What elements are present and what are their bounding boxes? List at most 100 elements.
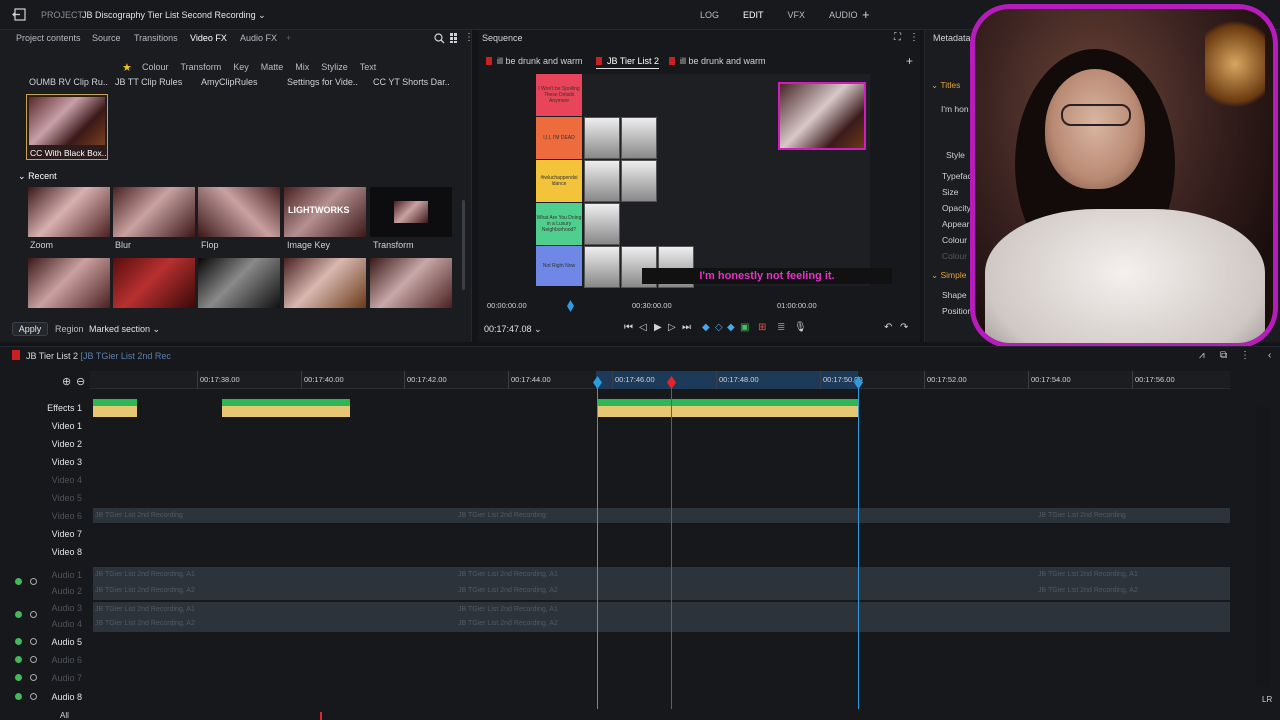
track-label[interactable]: Video 7 [22,529,82,539]
category-stylize[interactable]: Stylize [321,62,348,72]
audio-enable-toggle[interactable] [15,611,22,618]
recent-thumb-blur[interactable] [113,187,195,237]
region-dropdown[interactable]: Marked section ⌄ [89,324,160,335]
collapse-icon[interactable]: ‹ [1268,350,1271,361]
category-mix[interactable]: Mix [295,62,309,72]
effect-clip[interactable] [222,399,350,417]
track-label[interactable]: Video 4 [22,475,82,485]
timeline-ruler[interactable]: 00:17:38.00 00:17:40.00 00:17:42.00 00:1… [90,371,1230,389]
category-transform[interactable]: Transform [181,62,222,72]
tab-project-contents[interactable]: Project contents [16,33,81,43]
overwrite-icon[interactable]: ≣ [777,322,785,333]
fx-preset[interactable]: JB TT Clip Rules [115,77,182,87]
recent-thumb[interactable] [284,258,366,308]
recent-thumb-flop[interactable] [198,187,280,237]
overview-playhead[interactable] [320,712,322,720]
mode-audio[interactable]: AUDIO [829,10,858,20]
zoom-out-icon[interactable]: ⊖ [76,375,85,388]
grid-view-icon[interactable] [450,33,460,43]
fx-preset[interactable]: Settings for Vide.. [287,77,358,87]
track-label[interactable]: Video 1 [22,421,82,431]
tab-transitions[interactable]: Transitions [134,33,178,43]
microphone-icon[interactable]: 🎙 [794,322,807,333]
add-cue-icon[interactable]: ▣ [740,322,749,333]
track-label[interactable]: Video 8 [22,547,82,557]
audio-clip[interactable]: JB TGier List 2nd Recording, A1 JB TGier… [93,567,1230,600]
audio-enable-toggle[interactable] [15,693,22,700]
exit-icon[interactable] [12,8,26,21]
audio-solo-toggle[interactable] [30,578,37,585]
mark-out-handle[interactable] [854,376,863,389]
track-label[interactable]: Video 2 [22,439,82,449]
track-label[interactable]: Audio 4 [22,619,82,629]
more-options-icon[interactable]: ⋮ [464,32,474,43]
mode-edit[interactable]: EDIT [743,10,764,20]
recent-thumb[interactable] [113,258,195,308]
sequence-tab[interactable]: ill be drunk and warm [669,56,766,66]
mark-in-handle[interactable] [593,376,602,389]
step-forward-icon[interactable]: ▷ [668,322,676,333]
audio-enable-toggle[interactable] [15,674,22,681]
category-colour[interactable]: Colour [142,62,169,72]
audio-enable-toggle[interactable] [15,638,22,645]
effect-clip[interactable] [597,399,858,417]
recent-thumb-zoom[interactable] [28,187,110,237]
mark-in-icon[interactable]: ◆ [702,322,710,333]
apply-button[interactable]: Apply [12,322,48,336]
more-options-icon[interactable]: ⋮ [909,32,919,43]
project-name-dropdown[interactable]: JB Discography Tier List Second Recordin… [82,10,266,21]
skip-to-end-icon[interactable]: ⏭ [682,322,691,333]
sequence-tab[interactable]: ill be drunk and warm [486,56,583,66]
mark-out-line[interactable] [858,379,859,709]
audio-enable-toggle[interactable] [15,578,22,585]
sequence-tab-active[interactable]: JB Tier List 2 [596,56,660,69]
audio-solo-toggle[interactable] [30,693,37,700]
add-sequence-tab-icon[interactable]: + [906,54,913,68]
tab-video-fx[interactable]: Video FX [190,33,227,43]
track-label[interactable]: Audio 2 [22,586,82,596]
category-key[interactable]: Key [233,62,249,72]
mark-in-line[interactable] [597,379,598,709]
fullscreen-icon[interactable]: ⛶ [894,32,901,43]
search-icon[interactable] [434,33,445,44]
recent-thumb[interactable] [198,258,280,308]
play-icon[interactable]: ▶ [654,322,662,333]
viewer-timecode-dropdown[interactable]: 00:17:47.08 ⌄ [484,324,542,335]
add-tab-icon[interactable]: + [286,33,291,43]
skip-to-start-icon[interactable]: ⏮ [624,322,633,333]
tab-source[interactable]: Source [92,33,121,43]
effect-clip[interactable] [93,399,137,417]
video-clip[interactable]: JB TGier List 2nd Recording JB TGier Lis… [93,508,1230,523]
track-label[interactable]: Video 3 [22,457,82,467]
recent-section-toggle[interactable]: ⌄ Recent [18,171,57,182]
favorites-star-icon[interactable]: ★ [122,61,132,74]
fx-preset[interactable]: OUMB RV Clip Ru.. [29,77,108,87]
track-label[interactable]: Effects 1 [22,403,82,413]
selected-fx-preset[interactable]: CC With Black Box.. [26,94,108,160]
recent-thumb-image-key[interactable]: LIGHTWORKS [284,187,366,237]
add-mode-button[interactable]: + [862,7,870,22]
title-text-preview[interactable]: I'm hon [941,104,969,114]
insert-icon[interactable]: ⊞ [758,322,766,333]
recent-thumb-transform[interactable] [370,187,452,237]
step-back-icon[interactable]: ◁ [639,322,647,333]
mode-log[interactable]: LOG [700,10,719,20]
simple-section-toggle[interactable]: ⌄ Simple [931,270,966,281]
audio-solo-toggle[interactable] [30,638,37,645]
all-tracks-toggle[interactable]: All [60,711,69,720]
audio-solo-toggle[interactable] [30,674,37,681]
track-label[interactable]: Video 6 [22,511,82,521]
mark-clip-icon[interactable]: ◇ [715,322,723,333]
tab-audio-fx[interactable]: Audio FX [240,33,277,43]
category-text[interactable]: Text [360,62,377,72]
fx-preset[interactable]: AmyClipRules [201,77,258,87]
audio-solo-toggle[interactable] [30,611,37,618]
track-label[interactable]: Video 5 [22,493,82,503]
fx-preset[interactable]: CC YT Shorts Dar.. [373,77,450,87]
playhead-handle[interactable] [667,376,676,389]
library-scrollbar[interactable] [462,200,465,290]
waveform-icon[interactable]: ⩘ [1199,350,1205,361]
audio-clip[interactable]: JB TGier List 2nd Recording, A1 JB TGier… [93,602,1230,632]
mark-out-icon[interactable]: ◆ [727,322,735,333]
audio-enable-toggle[interactable] [15,656,22,663]
